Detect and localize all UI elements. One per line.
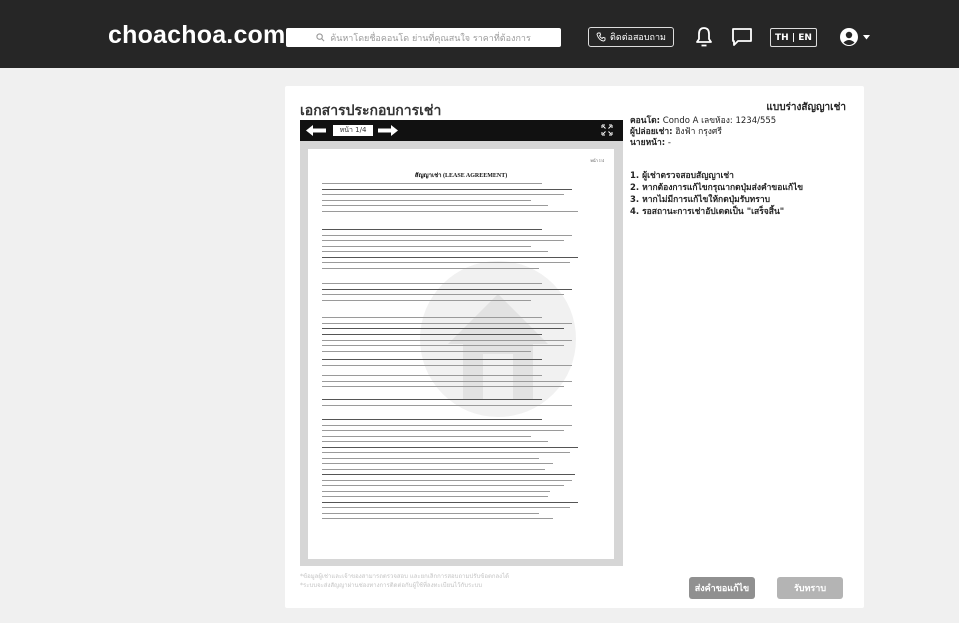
text-line xyxy=(322,251,548,252)
text-line xyxy=(322,463,553,464)
text-line xyxy=(322,380,573,382)
text-line xyxy=(322,334,542,335)
text-line xyxy=(322,496,548,497)
text-line xyxy=(322,364,573,366)
phone-icon xyxy=(596,32,606,42)
text-line xyxy=(322,479,573,481)
text-line xyxy=(322,339,573,341)
page-title: เอกสารประกอบการเช่า xyxy=(300,103,442,119)
text-line xyxy=(322,267,540,269)
agent-value: - xyxy=(667,138,671,148)
text-line xyxy=(322,229,542,230)
text-line xyxy=(322,188,573,190)
step-item: 3. หากไม่มีการแก้ไขให้กดปุ่มรับทราบ xyxy=(630,195,771,205)
lessor-value: ฮิงฟ้า กรุงศรี xyxy=(675,127,722,137)
text-line xyxy=(322,199,531,201)
text-line xyxy=(322,245,531,247)
footnote: *ข้อมูลผู้เช่าและเจ้าของสามารถตรวจสอบ แล… xyxy=(300,573,510,580)
acknowledge-button[interactable]: รับทราบ xyxy=(777,577,843,599)
text-line xyxy=(322,512,540,514)
text-line xyxy=(322,435,531,437)
text-line xyxy=(322,299,531,301)
paper-page-number: หน้า 1/4 xyxy=(590,158,604,163)
text-line xyxy=(322,345,564,346)
form-type-label: แบบร่างสัญญาเช่า xyxy=(766,102,846,113)
text-line xyxy=(322,359,542,360)
search-input[interactable]: ค้นหาโดยชื่อคอนโด ย่านที่คุณสนใจ ราคาที่… xyxy=(286,28,561,47)
footnotes: *ข้อมูลผู้เช่าและเจ้าของสามารถตรวจสอบ แล… xyxy=(300,572,509,590)
text-line xyxy=(322,283,542,284)
text-line xyxy=(322,468,545,470)
text-line xyxy=(322,474,542,475)
text-line xyxy=(322,490,531,492)
lease-agreement-page: หน้า 1/4 สัญญาเช่า (LEASE AGREEMENT) xyxy=(308,149,614,559)
text-line xyxy=(322,446,578,448)
text-line xyxy=(322,452,570,453)
text-line xyxy=(322,322,573,324)
rental-info: คอนโด: Condo A เลขห้อง: 1234/555 ผู้ปล่อ… xyxy=(630,116,776,149)
condo-row: คอนโด: Condo A เลขห้อง: 1234/555 xyxy=(630,116,776,127)
step-item: 2. หากต้องการแก้ไขกรุณากดปุ่มส่งคำขอแก้ไ… xyxy=(630,183,804,193)
agent-label: นายหน้า: xyxy=(630,138,666,148)
text-line xyxy=(322,399,542,400)
notification-bell-icon[interactable] xyxy=(695,26,713,48)
text-line xyxy=(322,386,564,387)
agent-row: นายหน้า: - xyxy=(630,138,776,149)
chevron-down-icon xyxy=(863,34,870,39)
step-item: 4. รอสถานะการเช่าอัปเดตเป็น "เสร็จสิ้น" xyxy=(630,207,785,217)
viewer-toolbar: หน้า 1/4 xyxy=(300,120,623,141)
text-line xyxy=(322,256,578,258)
lessor-label: ผู้ปล่อยเช่า: xyxy=(630,127,673,137)
page-indicator: หน้า 1/4 xyxy=(333,125,373,136)
text-line xyxy=(322,518,553,519)
text-line xyxy=(322,194,564,195)
text-line xyxy=(322,501,578,503)
prev-page-arrow-icon[interactable] xyxy=(306,125,326,136)
step-item: 1. ผู้เช่าตรวจสอบสัญญาเช่า xyxy=(630,171,734,181)
text-line xyxy=(322,375,542,376)
footnote: *ระบบจะส่งสัญญาผ่านช่องทางการติดต่อกับผู… xyxy=(300,582,483,589)
text-line xyxy=(322,485,564,486)
instruction-steps: 1. ผู้เช่าตรวจสอบสัญญาเช่า 2. หากต้องการ… xyxy=(630,170,803,218)
language-switcher[interactable]: TH | EN xyxy=(770,28,817,47)
fullscreen-icon[interactable] xyxy=(601,124,613,136)
text-line xyxy=(322,441,548,442)
text-line xyxy=(322,294,564,295)
site-logo[interactable]: choachoa.com xyxy=(108,21,285,50)
user-avatar-icon xyxy=(840,28,858,46)
text-line xyxy=(322,404,573,406)
text-line xyxy=(322,419,542,420)
document-card: เอกสารประกอบการเช่า แบบร่างสัญญาเช่า หน้… xyxy=(285,86,864,608)
condo-value: Condo A เลขห้อง: 1234/555 xyxy=(662,116,777,126)
search-icon xyxy=(316,33,325,42)
text-line xyxy=(322,240,564,241)
chat-icon[interactable] xyxy=(731,27,753,47)
lease-agreement-title: สัญญาเช่า (LEASE AGREEMENT) xyxy=(414,173,508,179)
search-placeholder: ค้นหาโดยชื่อคอนโด ย่านที่คุณสนใจ ราคาที่… xyxy=(330,33,531,44)
top-navigation-bar: choachoa.com ค้นหาโดยชื่อคอนโด ย่านที่คุ… xyxy=(0,0,959,68)
request-edit-button[interactable]: ส่งคำขอแก้ไข xyxy=(689,577,755,599)
text-line xyxy=(322,210,578,212)
text-line xyxy=(322,262,570,263)
text-line xyxy=(322,424,573,426)
contact-label: ติดต่อสอบถาม xyxy=(610,33,666,43)
document-viewer: หน้า 1/4 หน้า 1/4 สัญญาเช่า (LEASE AGREE… xyxy=(300,120,623,566)
user-menu[interactable] xyxy=(839,27,870,47)
text-line xyxy=(322,507,570,508)
text-line xyxy=(322,328,564,329)
text-line xyxy=(322,205,548,206)
text-line xyxy=(322,234,573,236)
condo-label: คอนโด: xyxy=(630,116,661,126)
lessor-row: ผู้ปล่อยเช่า: ฮิงฟ้า กรุงศรี xyxy=(630,127,776,138)
text-line xyxy=(322,350,531,352)
text-line xyxy=(322,430,564,431)
text-line xyxy=(322,288,573,290)
text-line xyxy=(322,457,540,459)
text-line xyxy=(322,183,542,184)
text-line xyxy=(322,317,542,318)
contact-button[interactable]: ติดต่อสอบถาม xyxy=(588,27,674,47)
next-page-arrow-icon[interactable] xyxy=(378,125,398,136)
